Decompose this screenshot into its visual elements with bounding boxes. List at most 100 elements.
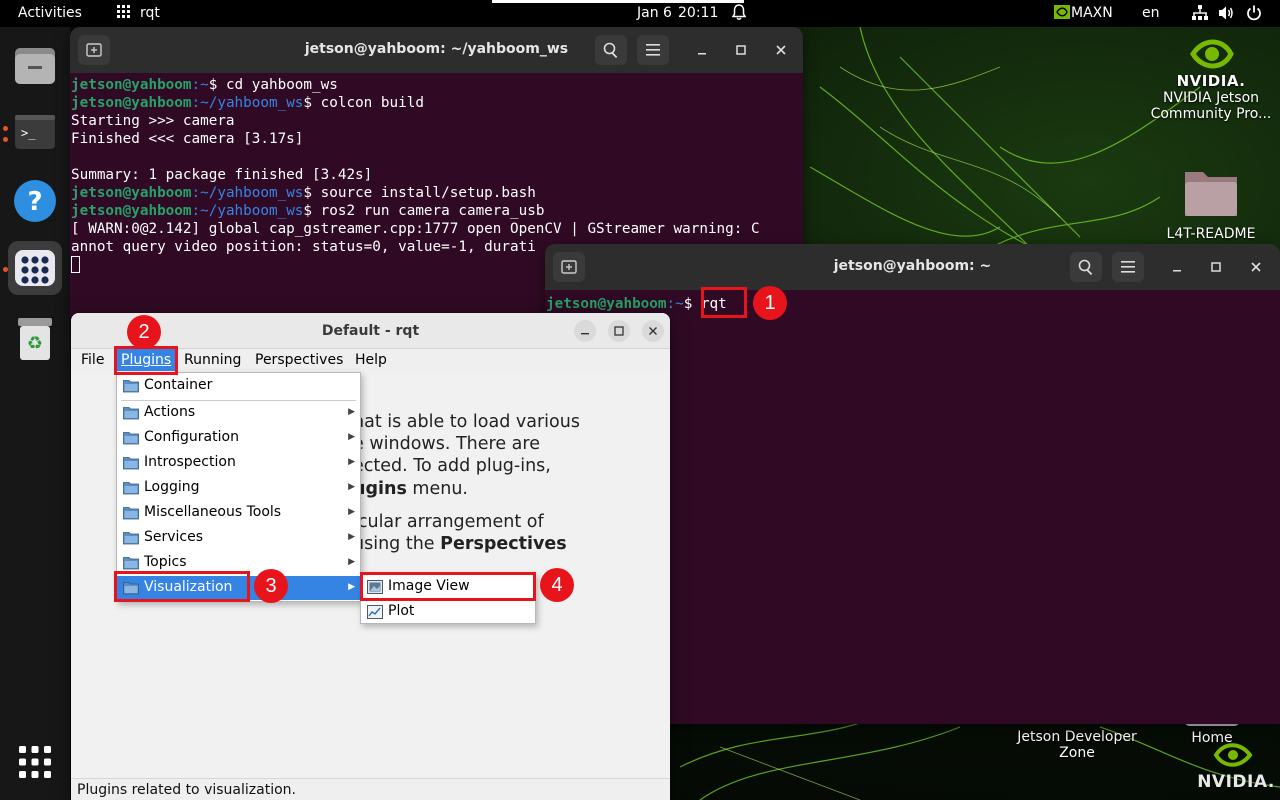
language-indicator[interactable]: en xyxy=(1142,5,1160,21)
menu-help[interactable]: Help xyxy=(355,352,387,368)
power-mode-label[interactable]: MAXN xyxy=(1071,5,1113,21)
terminal-line: jetson@yahboom:~$ rqt xyxy=(546,295,1279,313)
date-label[interactable]: Jan 6 xyxy=(637,5,672,21)
screen-indicator xyxy=(492,0,744,3)
hamburger-menu-icon[interactable] xyxy=(1112,252,1144,282)
nvidia-logo-text: NVIDIA. xyxy=(1197,772,1275,792)
prompt-user: jetson@yahboom xyxy=(71,77,192,93)
terminal-line: jetson@yahboom:~/yahboom_ws$ colcon buil… xyxy=(71,94,802,112)
svg-text:>_: >_ xyxy=(21,126,36,140)
highlight-box-rqt-command xyxy=(701,287,747,318)
menu-item-actions[interactable]: Actions ▶ xyxy=(117,401,360,425)
power-icon[interactable] xyxy=(1246,5,1262,25)
prompt-path: :~ xyxy=(191,77,209,93)
folder-icon xyxy=(123,557,139,570)
prompt-user: jetson@yahboom xyxy=(546,296,667,312)
running-indicator xyxy=(3,126,8,131)
command-text: $ cd yahboom_ws xyxy=(208,77,338,93)
network-icon[interactable] xyxy=(1192,5,1208,25)
step-badge-4: 4 xyxy=(540,568,574,602)
new-tab-icon[interactable] xyxy=(553,252,585,282)
minimize-icon[interactable] xyxy=(692,40,712,60)
nvidia-logo-icon xyxy=(1213,743,1253,767)
search-icon[interactable] xyxy=(595,35,627,65)
menu-item-logging[interactable]: Logging ▶ xyxy=(117,476,360,500)
time-label[interactable]: 20:11 xyxy=(678,5,718,21)
highlight-box-plugins-menu xyxy=(114,346,178,375)
menu-perspectives[interactable]: Perspectives xyxy=(255,352,343,368)
desktop-nvidia-jetson-community[interactable]: NVIDIA. NVIDIA Jetson Community Pro... xyxy=(1150,34,1272,122)
close-icon[interactable] xyxy=(642,320,664,342)
terminal-app-icon[interactable]: >_ xyxy=(8,105,62,159)
submenu-arrow-icon: ▶ xyxy=(348,432,355,442)
menu-item-label: Topics xyxy=(144,554,187,570)
minimize-icon[interactable] xyxy=(1167,257,1187,277)
prompt-path: :~ xyxy=(666,296,684,312)
submenu-arrow-icon: ▶ xyxy=(348,557,355,567)
folder-icon xyxy=(123,482,139,495)
show-applications-icon[interactable] xyxy=(8,735,62,789)
svg-text:♻: ♻ xyxy=(27,333,43,354)
terminal-line: jetson@yahboom:~$ cd yahboom_ws xyxy=(71,76,802,94)
running-indicator xyxy=(3,267,8,272)
desktop-jetson-developer-zone[interactable]: Jetson Developer Zone xyxy=(1012,729,1142,761)
text-fragment: using the xyxy=(353,534,441,554)
highlight-box-visualization xyxy=(114,571,250,602)
svg-text:?: ? xyxy=(27,187,42,217)
dock: >_ ? ♻ xyxy=(0,27,70,800)
desktop-icon-label: L4T-README xyxy=(1166,226,1256,242)
show-apps-rqt-icon[interactable] xyxy=(8,241,62,295)
bell-icon[interactable] xyxy=(731,4,747,25)
nvidia-small-icon xyxy=(1054,5,1070,23)
terminal-line: jetson@yahboom:~/yahboom_ws$ source inst… xyxy=(71,184,802,202)
activities-button[interactable]: Activities xyxy=(18,5,82,21)
volume-icon[interactable] xyxy=(1218,5,1234,25)
intro-text: icular arrangement of xyxy=(353,512,544,532)
menu-item-label: Configuration xyxy=(144,429,239,445)
maximize-icon[interactable] xyxy=(608,320,630,342)
menu-item-miscellaneous-tools[interactable]: Miscellaneous Tools ▶ xyxy=(117,501,360,525)
files-app-icon[interactable] xyxy=(8,39,62,93)
desktop-icon-label: Community Pro... xyxy=(1150,106,1272,122)
maximize-icon[interactable] xyxy=(731,40,751,60)
maximize-icon[interactable] xyxy=(1206,257,1226,277)
submenu-arrow-icon: ▶ xyxy=(348,482,355,492)
submenu-arrow-icon: ▶ xyxy=(348,407,355,417)
menu-item-configuration[interactable]: Configuration ▶ xyxy=(117,426,360,450)
text-fragment: menu. xyxy=(406,479,468,499)
terminal-line: Summary: 1 package finished [3.42s] xyxy=(71,167,373,183)
terminal-header: jetson@yahboom: ~ xyxy=(545,244,1280,290)
prompt-symbol: $ xyxy=(683,296,701,312)
trash-icon[interactable]: ♻ xyxy=(8,312,62,366)
menu-item-services[interactable]: Services ▶ xyxy=(117,526,360,550)
bold-text: Perspectives xyxy=(440,534,567,554)
hamburger-menu-icon[interactable] xyxy=(637,35,669,65)
close-icon[interactable] xyxy=(771,40,791,60)
menu-item-introspection[interactable]: Introspection ▶ xyxy=(117,451,360,475)
terminal-line: Starting >>> camera xyxy=(71,113,235,129)
plugins-dropdown: Container Actions ▶ Configuration ▶ Intros… xyxy=(116,372,361,602)
search-icon[interactable] xyxy=(1070,252,1102,282)
close-icon[interactable] xyxy=(1246,257,1266,277)
minimize-icon[interactable] xyxy=(574,320,596,342)
menu-item-container[interactable]: Container xyxy=(117,374,360,398)
folder-icon xyxy=(123,380,139,393)
menu-file[interactable]: File xyxy=(81,352,104,368)
help-app-icon[interactable]: ? xyxy=(8,174,62,228)
desktop-l4t-readme[interactable]: L4T-README xyxy=(1150,162,1272,242)
submenu-arrow-icon: ▶ xyxy=(348,457,355,467)
app-menu[interactable]: rqt xyxy=(140,5,160,21)
menu-item-plot[interactable]: Plot xyxy=(361,600,535,624)
desktop-icon-label: Jetson Developer xyxy=(1017,729,1137,745)
prompt-user: jetson@yahboom xyxy=(71,95,192,111)
highlight-box-image-view xyxy=(360,572,536,601)
new-tab-icon[interactable] xyxy=(78,35,110,65)
menu-running[interactable]: Running xyxy=(184,352,241,368)
menu-item-label: Miscellaneous Tools xyxy=(144,504,282,520)
bold-text: ugins xyxy=(353,479,407,499)
prompt-path: :~/yahboom_ws xyxy=(191,95,304,111)
folder-icon xyxy=(1185,172,1237,216)
folder-icon xyxy=(123,407,139,420)
prompt-user: jetson@yahboom xyxy=(71,203,192,219)
